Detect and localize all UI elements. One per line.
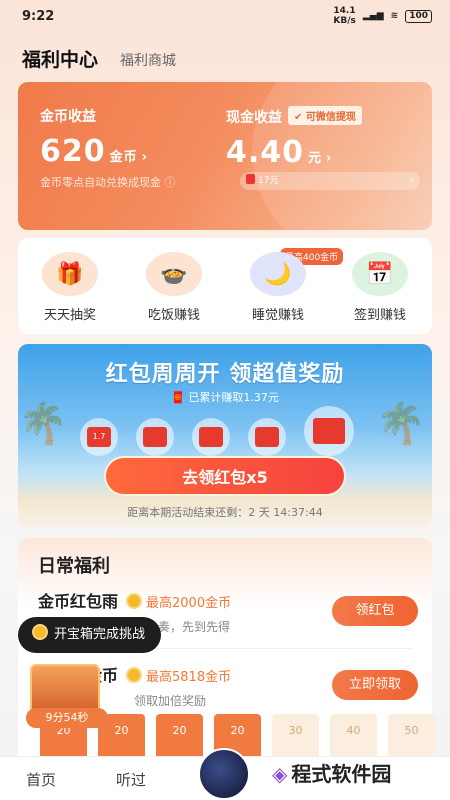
red-envelope-icon (192, 418, 230, 456)
watermark: ◈ 程式软件园 (272, 762, 392, 786)
cash-progress-pill[interactable]: 17元 › (240, 172, 420, 190)
status-bar: 9:22 14.1 KB/s ▂▄▆ ≋ 100 (0, 0, 450, 32)
wifi-icon: ≋ (390, 11, 399, 21)
tab-welfare-shop[interactable]: 福利商城 (120, 50, 176, 70)
activity-countdown: 距离本期活动结束还剩：2 天 14:37:44 (127, 506, 323, 519)
shortcut-label: 睡觉赚钱 (251, 308, 304, 323)
cash-earnings-value: 4.40 元 › (226, 135, 333, 170)
chevron-right-icon: › (326, 151, 333, 166)
task-max: 最高2000金币 (146, 596, 232, 611)
red-envelope-icon (304, 406, 354, 456)
palm-tree-decoration: 🌴 (18, 401, 68, 447)
treasure-chest-icon[interactable] (30, 664, 100, 714)
info-icon: ⓘ (164, 176, 176, 189)
shortcut-sleep[interactable]: 🌙 睡觉赚钱 (238, 252, 318, 323)
coin-icon (126, 593, 143, 609)
exchange-note: 金币零点自动兑换成现金 ⓘ (40, 176, 176, 189)
treasure-chest-tooltip: 开宝箱完成挑战 (18, 617, 162, 653)
rice-bowl-icon: 🍲 (146, 252, 202, 296)
wechat-withdraw-badge: ✔ 可微信提现 (288, 106, 362, 125)
shortcut-label: 天天抽奖 (43, 308, 96, 323)
coin-icon (126, 667, 143, 683)
shortcut-meal[interactable]: 🍲 吃饭赚钱 (134, 252, 214, 323)
shortcut-lottery[interactable]: 🎁 天天抽奖 (30, 252, 110, 323)
shortcut-label: 签到赚钱 (353, 308, 406, 323)
claim-envelope-button[interactable]: 领红包 (332, 596, 418, 626)
earnings-card: 金币收益 620 金币 › 现金收益 ✔ 可微信提现 4.40 元 › 金币零点自动兑换成… (18, 82, 432, 230)
shortcut-card: 最高400金币 🎁 天天抽奖 🍲 吃饭赚钱 🌙 睡觉赚钱 📅 签到赚钱 (18, 238, 432, 334)
coin-icon (32, 624, 48, 640)
envelope-row: 1.7 (80, 406, 354, 456)
chevron-right-icon: › (141, 150, 148, 165)
section-title: 日常福利 (38, 556, 110, 577)
red-envelope-icon: 1.7 (80, 418, 118, 456)
promo-earned: 🧧 已累计赚取1.37元 (171, 391, 279, 404)
signal-icon: ▂▄▆ (362, 11, 384, 21)
shortcut-label: 吃饭赚钱 (147, 308, 200, 323)
status-icons: 14.1 KB/s ▂▄▆ ≋ 100 (333, 6, 432, 26)
tab-home[interactable]: 首页 (26, 769, 56, 790)
claim-red-envelope-button[interactable]: 去领红包x5 (104, 456, 346, 496)
page-title: 福利中心 (22, 49, 99, 71)
coin-earnings-label: 金币收益 (40, 109, 96, 125)
gift-icon: 🎁 (42, 252, 98, 296)
task-max: 最高5818金币 (146, 670, 232, 685)
cash-earnings[interactable]: 现金收益 ✔ 可微信提现 4.40 元 › (226, 106, 362, 170)
red-envelope-promo[interactable]: 🌴 🌴 红包周周开 领超值奖励 🧧 已累计赚取1.37元 1.7 去领红包x5 … (18, 344, 432, 528)
watermark-logo-icon: ◈ (272, 762, 288, 786)
promo-headline: 红包周周开 领超值奖励 (105, 362, 345, 387)
battery-icon: 100 (405, 9, 432, 23)
coin-earnings-value: 620 金币 › (40, 134, 148, 169)
status-time: 9:22 (22, 8, 55, 24)
red-envelope-icon (248, 418, 286, 456)
tab-listened[interactable]: 听过 (116, 769, 146, 790)
calendar-icon: 📅 (352, 252, 408, 296)
chest-timer: 9分54秒 (26, 708, 108, 728)
red-envelope-icon (136, 418, 174, 456)
palm-tree-decoration: 🌴 (376, 401, 426, 447)
coin-earnings[interactable]: 金币收益 620 金币 › (40, 106, 148, 169)
claim-now-button[interactable]: 立即领取 (332, 670, 418, 700)
network-speed: 14.1 KB/s (333, 6, 356, 26)
now-playing-avatar[interactable] (198, 748, 250, 800)
task-name: 金币红包雨 (38, 592, 119, 611)
page-header: 福利中心 福利商城 (0, 32, 450, 72)
chevron-right-icon: › (410, 176, 414, 186)
cash-earnings-label: 现金收益 ✔ 可微信提现 (226, 106, 362, 127)
red-envelope-icon (246, 174, 255, 184)
shortcut-checkin[interactable]: 📅 签到赚钱 (340, 252, 420, 323)
moon-icon: 🌙 (250, 252, 306, 296)
